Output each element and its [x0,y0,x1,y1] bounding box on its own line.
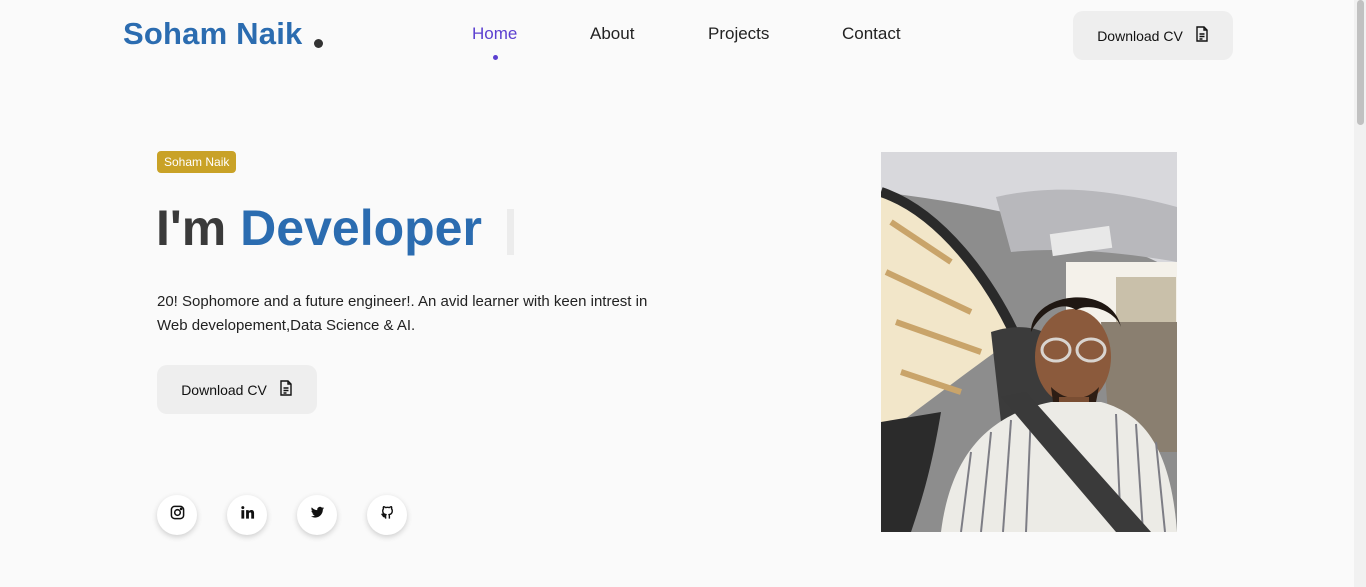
instagram-icon [170,505,185,525]
scrollbar-thumb[interactable] [1357,0,1364,125]
linkedin-link[interactable] [227,495,267,535]
headline-prefix: I'm [156,200,227,256]
twitter-link[interactable] [297,495,337,535]
document-icon [1195,26,1209,45]
logo-dot [314,39,323,48]
site-header: Soham Naik Home About Projects Contact D… [0,0,1354,72]
twitter-icon [310,505,325,525]
instagram-link[interactable] [157,495,197,535]
download-cv-label: Download CV [1097,27,1183,44]
hero-headline: I'm Developer [156,199,482,257]
site-logo[interactable]: Soham Naik [123,16,302,52]
active-nav-indicator [493,55,498,60]
linkedin-icon [240,505,255,525]
nav-home[interactable]: Home [472,24,517,44]
name-badge: Soham Naik [157,151,237,173]
document-icon [279,380,293,399]
headline-highlight: Developer [240,200,482,256]
nav-projects[interactable]: Projects [708,24,769,44]
typing-caret [507,209,514,255]
header-download-cv-button[interactable]: Download CV [1073,11,1233,60]
nav-contact[interactable]: Contact [842,24,901,44]
github-link[interactable] [367,495,407,535]
profile-photo [881,152,1177,532]
hero-download-cv-button[interactable]: Download CV [157,365,317,414]
page-scrollbar[interactable] [1354,0,1366,587]
hero-description: 20! Sophomore and a future engineer!. An… [157,293,648,334]
nav-about[interactable]: About [590,24,634,44]
github-icon [380,505,395,525]
download-cv-label: Download CV [181,381,267,398]
